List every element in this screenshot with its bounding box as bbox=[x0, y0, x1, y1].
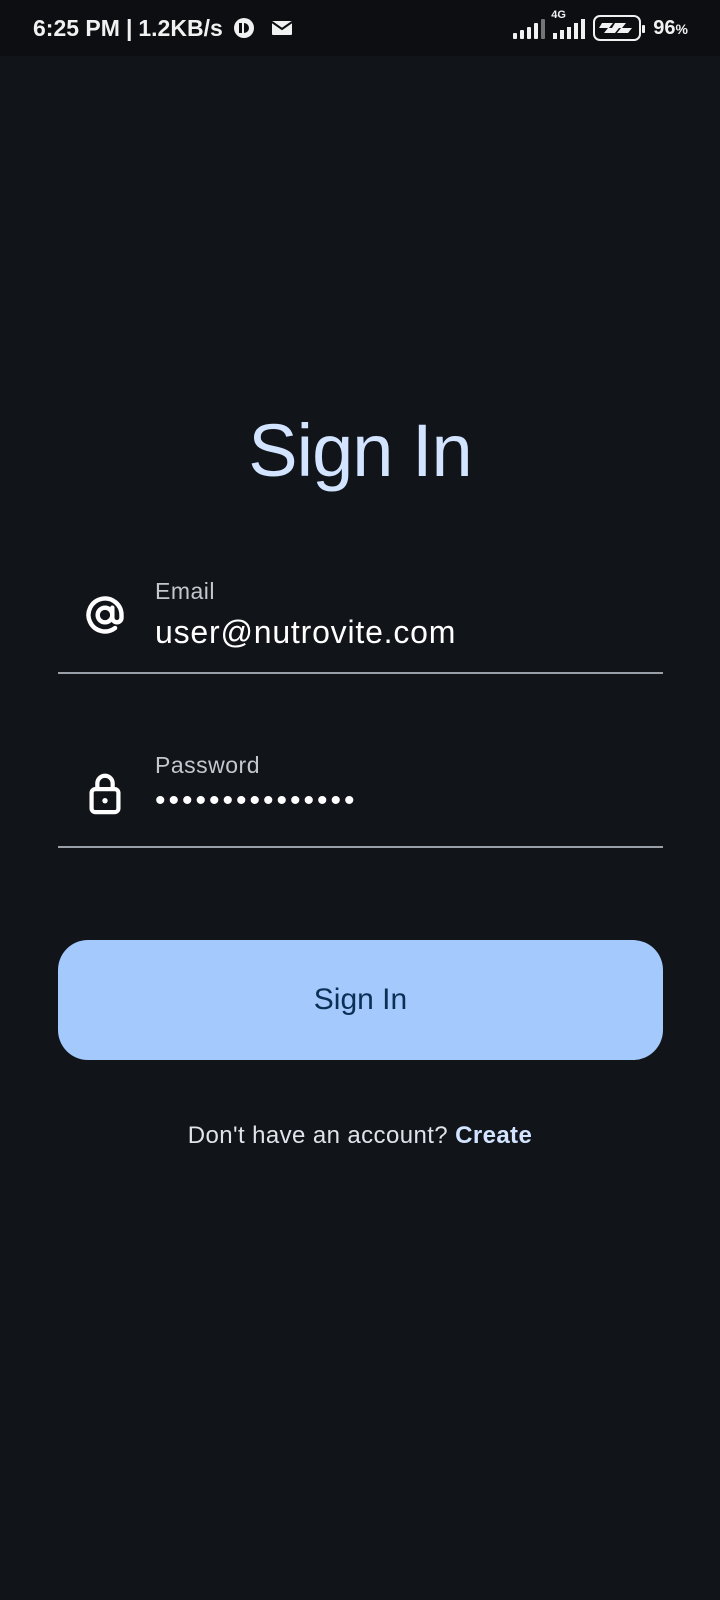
password-input[interactable]: ••••••••••••••• bbox=[155, 784, 358, 818]
network-type-label: 4G bbox=[551, 9, 566, 21]
email-label: Email bbox=[155, 578, 216, 604]
create-account-prompt: Don't have an account? bbox=[187, 1122, 449, 1149]
sign-in-button[interactable]: Sign In bbox=[58, 940, 663, 1060]
battery-percent: 96% bbox=[653, 17, 688, 40]
create-account-link[interactable]: Create bbox=[455, 1122, 532, 1149]
status-separator: | bbox=[125, 14, 133, 41]
email-field[interactable]: Email user@nutrovite.com bbox=[58, 562, 663, 674]
email-input[interactable]: user@nutrovite.com bbox=[155, 614, 456, 651]
password-field[interactable]: Password ••••••••••••••• bbox=[58, 736, 663, 848]
signal-icon bbox=[513, 17, 546, 39]
create-account-row: Don't have an account? Create bbox=[0, 1122, 720, 1150]
lock-icon bbox=[82, 770, 128, 816]
data-saver-icon bbox=[233, 17, 255, 39]
status-net-speed: 1.2KB/s bbox=[138, 14, 223, 41]
password-label: Password bbox=[155, 752, 260, 778]
signal-4g-icon: 4G bbox=[551, 9, 586, 39]
at-sign-icon bbox=[82, 592, 128, 638]
page-title: Sign In bbox=[248, 409, 472, 492]
mail-icon bbox=[271, 19, 293, 37]
battery-charging-icon bbox=[593, 15, 646, 41]
status-time: 6:25 PM bbox=[33, 14, 120, 41]
status-bar: 6:25 PM | 1.2KB/s 4G 96 % bbox=[0, 0, 720, 56]
status-left: 6:25 PM | 1.2KB/s bbox=[33, 15, 293, 42]
battery-value: 96 bbox=[653, 16, 676, 39]
status-right: 4G 96% bbox=[513, 9, 688, 41]
battery-unit: % bbox=[675, 20, 688, 37]
